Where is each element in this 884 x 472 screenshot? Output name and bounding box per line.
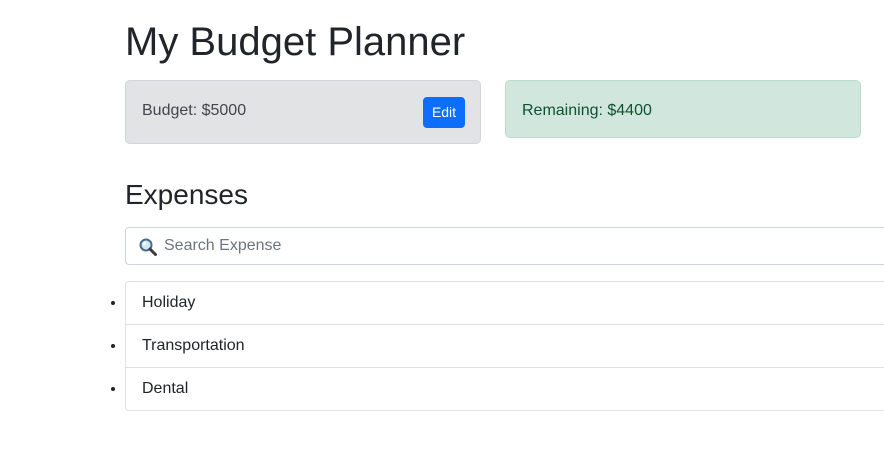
expense-item[interactable]: Transportation <box>126 325 884 368</box>
expenses-heading: Expenses <box>125 179 248 210</box>
expense-item[interactable]: Dental <box>126 368 884 410</box>
budget-card: Budget: $5000 Edit <box>125 80 481 144</box>
edit-budget-button[interactable]: Edit <box>423 97 465 128</box>
expense-list: Holiday Transportation Dental <box>125 281 884 411</box>
magnifying-glass-icon <box>138 237 158 257</box>
remaining-card: Remaining: $4400 <box>505 80 861 138</box>
expense-item[interactable]: Holiday <box>126 282 884 325</box>
page-title: My Budget Planner <box>125 20 466 64</box>
budget-amount: Budget: $5000 <box>142 102 247 119</box>
remaining-amount: Remaining: $4400 <box>522 102 652 119</box>
search-box[interactable] <box>125 227 884 265</box>
search-expense-input[interactable] <box>164 228 884 264</box>
